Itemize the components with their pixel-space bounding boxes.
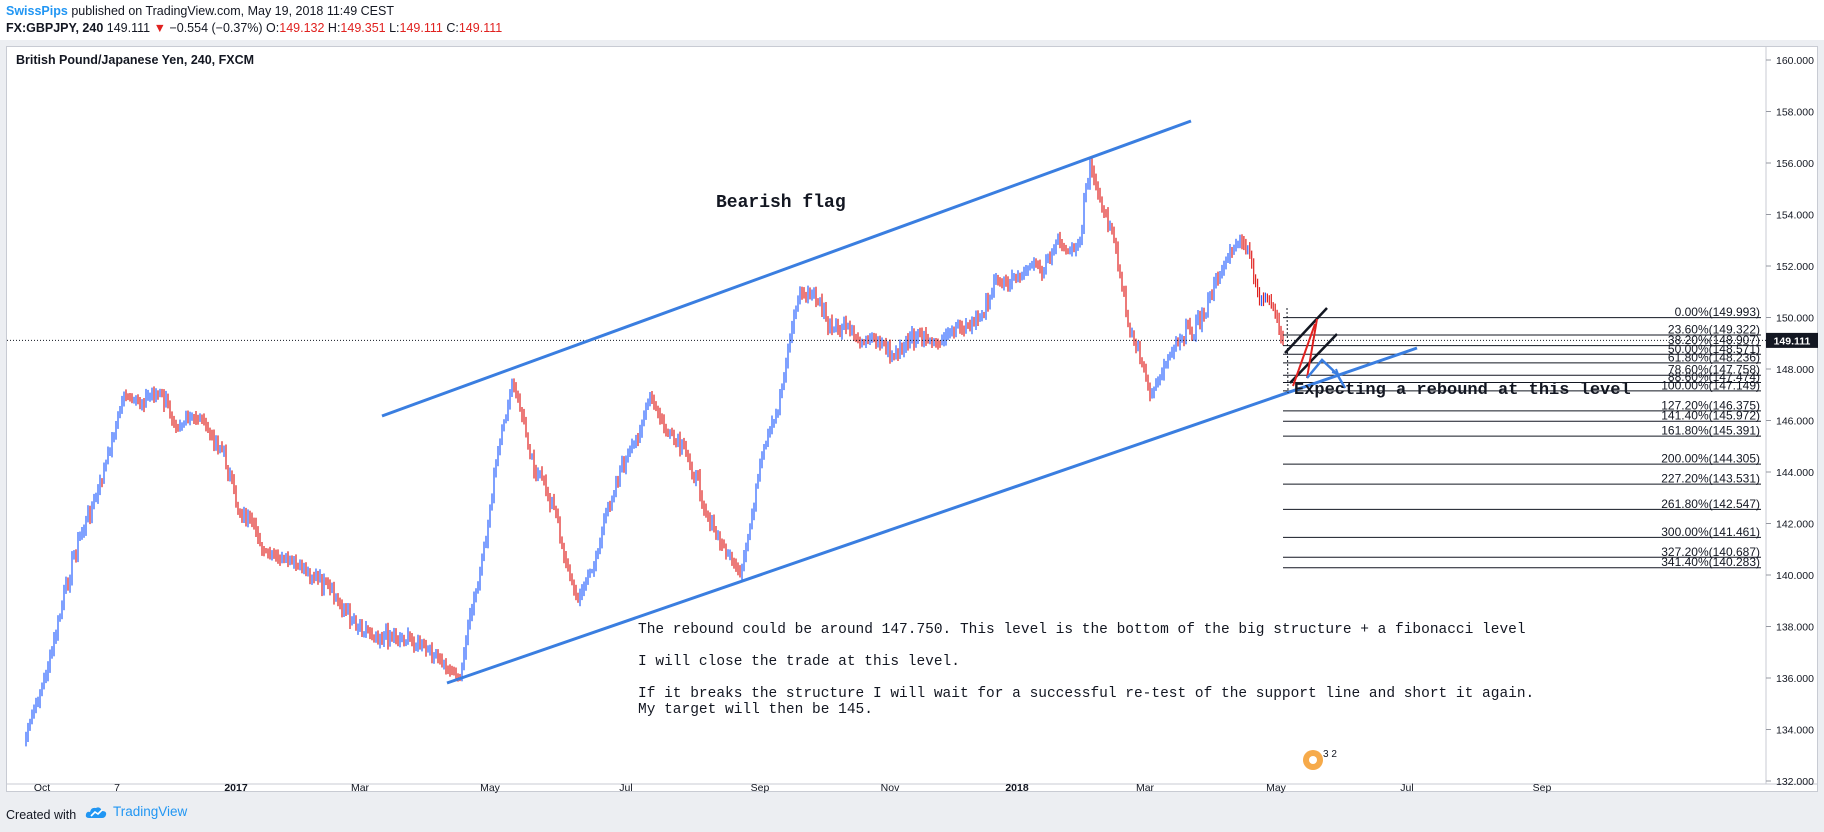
note-line-4: My target will then be 145. [638,702,873,718]
price-tick-label: 132.000 [1776,776,1814,788]
price-tick-label: 152.000 [1776,261,1814,273]
time-tick-label: Sep [1533,782,1552,794]
analysis-note[interactable]: The rebound could be around 147.750. Thi… [638,622,1534,718]
price-tick-label: 156.000 [1776,158,1814,170]
price-tick-label: 134.000 [1776,725,1814,737]
fibonacci-retracement[interactable]: 0.00%(149.993)23.60%(149.322)38.20%(148.… [1283,305,1761,569]
price-tick-label: 154.000 [1776,210,1814,222]
time-tick-label: 2018 [1005,782,1029,794]
price-tick-label: 138.000 [1776,622,1814,634]
events-count: 3 2 [1323,749,1337,760]
rebound-label[interactable]: Expecting a rebound at this level [1294,381,1631,400]
time-tick-label: May [1266,782,1287,794]
tradingview-brand[interactable]: TradingView [85,804,187,819]
fib-level-label: 300.00%(141.461) [1661,525,1760,539]
fib-level-label: 261.80%(142.547) [1661,497,1760,511]
price-tick-label: 148.000 [1776,364,1814,376]
price-chart[interactable]: 160.000 158.000 156.000 154.000 152.000 150.0… [0,0,1824,796]
time-tick-label: Jul [1400,782,1413,794]
note-line-1: The rebound could be around 147.750. Thi… [638,622,1526,638]
time-tick-label: Jul [619,782,632,794]
note-line-2: I will close the trade at this level. [638,654,960,670]
fib-level-label: 341.40%(140.283) [1661,555,1760,569]
footer: Created with TradingView [0,796,1824,832]
fib-level-label: 161.80%(145.391) [1661,424,1760,438]
fib-level-label: 227.20%(143.531) [1661,472,1760,486]
note-line-3: If it breaks the structure I will wait f… [638,686,1534,702]
current-price-label: 149.111 [1774,335,1811,347]
price-tick-label: 160.000 [1776,55,1814,67]
tradingview-cloud-icon [85,806,107,818]
events-badge[interactable]: 3 2 [1303,749,1337,770]
current-price-tag: 149.111 [1766,332,1818,348]
fib-level-label: 200.00%(144.305) [1661,452,1760,466]
time-tick-label: Sep [751,782,770,794]
price-tick-label: 140.000 [1776,570,1814,582]
price-tick-label: 142.000 [1776,519,1814,531]
time-tick-label: Oct [34,782,50,794]
fib-level-label: 0.00%(149.993) [1675,305,1760,319]
time-tick-label: Nov [881,782,900,794]
price-tick-label: 144.000 [1776,467,1814,479]
time-tick-label: Mar [1136,782,1155,794]
time-tick-label: Mar [351,782,370,794]
price-tick-label: 150.000 [1776,313,1814,325]
fib-level-label: 141.40%(145.972) [1661,409,1760,423]
price-tick-label: 136.000 [1776,673,1814,685]
tradingview-brand-text: TradingView [113,804,188,819]
time-tick-label: 7 [114,782,120,794]
price-axis[interactable]: 160.000 158.000 156.000 154.000 152.000 150.0… [1766,55,1814,788]
price-tick-label: 158.000 [1776,107,1814,119]
bearish-flag-label[interactable]: Bearish flag [716,193,846,213]
time-tick-label: 2017 [224,782,248,794]
price-tick-label: 146.000 [1776,416,1814,428]
fib-level-label: 100.00%(147.149) [1661,378,1760,392]
created-with-text: Created with [6,808,77,822]
time-tick-label: May [480,782,501,794]
